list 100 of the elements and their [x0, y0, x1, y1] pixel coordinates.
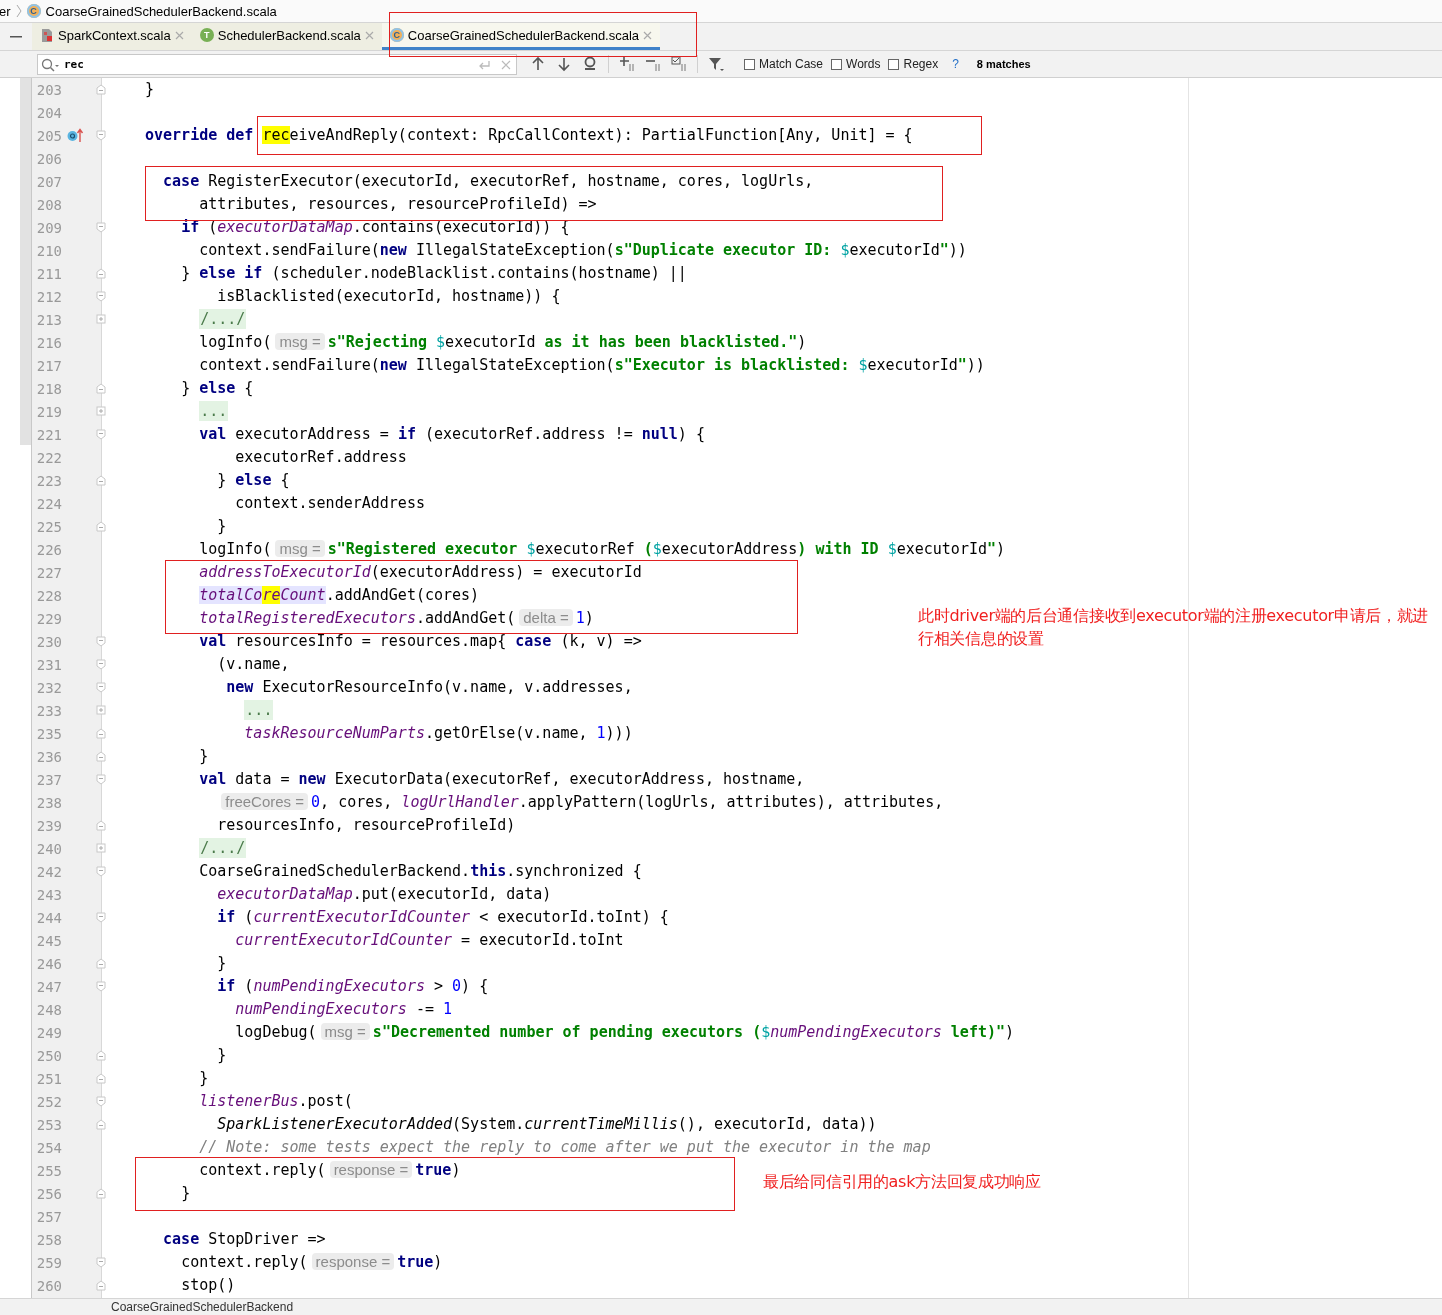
fold-marker-icon[interactable]: [96, 636, 106, 647]
fold-marker-icon[interactable]: [96, 958, 106, 969]
fold-marker-icon[interactable]: [96, 521, 106, 532]
fold-marker-icon[interactable]: [96, 1188, 106, 1199]
code-text: totalCoreCount.addAndGet(cores): [199, 586, 480, 604]
close-icon: [364, 30, 374, 40]
breadcrumb-item[interactable]: CoarseGrainedSchedulerBackend.scala: [45, 3, 277, 19]
file-icon: [40, 27, 54, 43]
option-checkbox[interactable]: Match Case: [744, 57, 824, 71]
line-number: 236: [35, 748, 62, 765]
fold-marker-icon[interactable]: [96, 1280, 106, 1291]
close-icon: [174, 30, 184, 40]
fold-marker-icon[interactable]: [96, 774, 106, 785]
code-text: val data = new ExecutorData(executorRef, executorAddress, hostname,: [199, 770, 805, 788]
line-number: 235: [35, 725, 62, 742]
line-number: 249: [35, 1024, 62, 1041]
fold-marker-icon[interactable]: [96, 429, 106, 440]
find-all-icon[interactable]: [582, 56, 598, 72]
code-text: }: [217, 954, 227, 972]
fold-marker-icon[interactable]: [96, 383, 106, 394]
fold-marker-icon[interactable]: [96, 222, 106, 233]
code-text: }: [217, 1046, 227, 1064]
filter-icon[interactable]: [708, 56, 724, 72]
code-text: executorRef.address: [235, 448, 407, 466]
fold-marker-icon[interactable]: [96, 705, 106, 716]
breadcrumb-item[interactable]: er: [0, 3, 11, 19]
fold-marker-icon[interactable]: [96, 820, 106, 831]
fold-marker-icon[interactable]: [96, 682, 106, 693]
help-link[interactable]: ?: [952, 57, 959, 71]
code-text: s"Decremented number of pending executors ($numPendingExecutors left)"): [372, 1023, 1015, 1041]
fold-marker-icon[interactable]: [96, 1119, 106, 1130]
line-number: 254: [35, 1139, 62, 1156]
code-text: addressToExecutorId(executorAddress) = executorId: [199, 563, 642, 581]
fold-marker-icon[interactable]: [96, 130, 106, 141]
fold-marker-icon[interactable]: [96, 1073, 106, 1084]
file-tab[interactable]: T SchedulerBackend.scala: [191, 23, 382, 50]
breadcrumb-item[interactable]: CoarseGrainedSchedulerBackend: [111, 1300, 294, 1314]
code-text: executorDataMap.put(executorId, data): [217, 885, 552, 903]
fold-marker-icon[interactable]: [96, 981, 106, 992]
code-text: context.sendFailure(new IllegalStateException(s"Duplicate executor ID: $executorId")): [199, 241, 967, 259]
code-text: }: [145, 80, 155, 98]
file-tab[interactable]: C CoarseGrainedSchedulerBackend.scala: [381, 23, 661, 50]
scrollbar[interactable]: [20, 78, 31, 445]
code-text: // Note: some tests expect the reply to come after we put the executor in the map: [199, 1138, 931, 1156]
option-checkbox[interactable]: Words: [831, 57, 881, 71]
line-number: 237: [35, 771, 62, 788]
code-text: } else if (scheduler.nodeBlacklist.contains(hostname) ||: [181, 264, 687, 282]
parameter-hint: msg =: [275, 333, 325, 350]
line-number: 221: [35, 426, 62, 443]
code-text: context.sendFailure(new IllegalStateException(s"Executor is blacklisted: $executorId")): [199, 356, 985, 374]
up-arrow-icon[interactable]: [530, 56, 546, 72]
fold-marker-icon[interactable]: [96, 268, 106, 279]
folded-code[interactable]: /.../: [199, 309, 247, 329]
line-number: 226: [35, 541, 62, 558]
override-marker-icon[interactable]: [67, 128, 84, 143]
folded-code[interactable]: ...: [199, 401, 229, 421]
fold-marker-icon[interactable]: [96, 843, 106, 854]
line-number: 207: [35, 173, 62, 190]
file-tab[interactable]: SparkContext.scala: [32, 23, 192, 50]
fold-marker-icon[interactable]: [96, 1257, 106, 1268]
newline-icon: [477, 58, 491, 71]
fold-marker-icon[interactable]: [96, 291, 106, 302]
folded-code[interactable]: /.../: [199, 838, 247, 858]
fold-marker-icon[interactable]: [96, 866, 106, 877]
add-selection-icon[interactable]: [619, 56, 635, 72]
parameter-hint: msg =: [275, 540, 325, 557]
fold-marker-icon[interactable]: [96, 659, 106, 670]
line-number: 233: [35, 702, 62, 719]
fold-marker-icon[interactable]: [96, 475, 106, 486]
fold-marker-icon[interactable]: [96, 406, 106, 417]
line-number: 223: [35, 472, 62, 489]
select-all-icon[interactable]: [671, 56, 687, 72]
option-checkbox[interactable]: Regex: [888, 57, 939, 71]
line-number: 229: [35, 610, 62, 627]
line-number: 257: [35, 1208, 62, 1225]
line-number: 213: [35, 311, 62, 328]
code-text: s"Rejecting $executorId as it has been blacklisted."): [327, 333, 807, 351]
fold-marker-icon[interactable]: [96, 912, 106, 923]
fold-marker-icon[interactable]: [96, 728, 106, 739]
line-number: 243: [35, 886, 62, 903]
fold-marker-icon[interactable]: [96, 314, 106, 325]
line-number: 217: [35, 357, 62, 374]
fold-marker-icon[interactable]: [96, 1096, 106, 1107]
fold-marker-icon[interactable]: [96, 84, 106, 95]
line-number: 232: [35, 679, 62, 696]
code-text: listenerBus.post(: [199, 1092, 353, 1110]
folded-code[interactable]: ...: [244, 700, 274, 720]
line-number: 211: [35, 265, 62, 282]
down-arrow-icon[interactable]: [556, 56, 572, 72]
code-text: } else {: [217, 471, 290, 489]
line-number: 212: [35, 288, 62, 305]
fold-marker-icon[interactable]: [96, 751, 106, 762]
fold-marker-icon[interactable]: [96, 1050, 106, 1061]
parameter-hint: response =: [329, 1161, 413, 1178]
code-text: SparkListenerExecutorAdded(System.currentTimeMillis(), executorId, data)): [217, 1115, 877, 1133]
annotation-note: 最后给同信引用的ask方法回复成功响应: [763, 1171, 1042, 1193]
line-number: 242: [35, 863, 62, 880]
search-field[interactable]: rec: [37, 53, 517, 75]
code-text: val resourcesInfo = resources.map{ case (k, v) =>: [199, 632, 642, 650]
code-text: new ExecutorResourceInfo(v.name, v.addresses,: [226, 678, 633, 696]
